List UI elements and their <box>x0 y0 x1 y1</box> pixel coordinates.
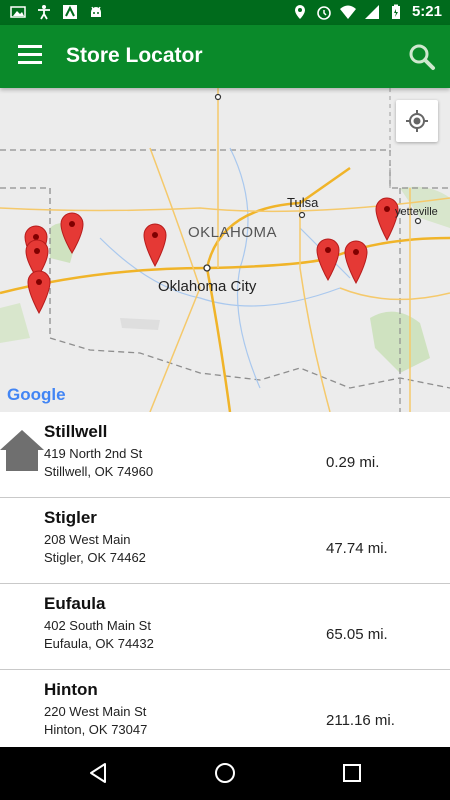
store-address-line1: 208 West Main <box>44 532 131 547</box>
map-marker[interactable] <box>143 223 167 268</box>
page-title: Store Locator <box>66 44 203 67</box>
my-location-button[interactable] <box>396 100 438 142</box>
city-label-okc: Oklahoma City <box>158 278 257 295</box>
app-bar: Store Locator <box>0 25 450 88</box>
map-marker[interactable] <box>375 197 399 242</box>
battery-icon <box>391 4 400 19</box>
store-name: Stigler <box>44 508 97 527</box>
search-icon[interactable] <box>408 43 436 71</box>
store-distance: 47.74 mi. <box>326 540 388 557</box>
store-distance: 65.05 mi. <box>326 626 388 643</box>
map-marker[interactable] <box>316 238 340 281</box>
store-item-stigler[interactable]: Stigler 208 West Main Stigler, OK 74462 … <box>0 498 450 584</box>
store-item-stillwell[interactable]: Stillwell 419 North 2nd St Stillwell, OK… <box>0 412 450 498</box>
back-icon[interactable] <box>86 761 110 785</box>
tulsa-dot <box>298 211 306 219</box>
home-circle-icon[interactable] <box>213 761 237 785</box>
ditto-icon <box>63 5 77 19</box>
hamburger-menu-icon[interactable] <box>18 45 42 65</box>
store-name: Hinton <box>44 680 98 699</box>
store-address-line2: Stigler, OK 74462 <box>44 550 146 565</box>
home-icon <box>0 430 44 471</box>
okc-dot <box>203 264 211 272</box>
city-label-fayetteville: yetteville <box>395 206 438 218</box>
clock-time: 5:21 <box>411 3 442 20</box>
google-logo: Google <box>7 385 66 404</box>
recents-icon[interactable] <box>340 761 364 785</box>
map-canvas: OKLAHOMA Oklahoma City Tulsa yetteville … <box>0 88 450 412</box>
store-address-line1: 419 North 2nd St <box>44 446 143 461</box>
store-name: Stillwell <box>44 422 108 441</box>
store-address-line2: Eufaula, OK 74432 <box>44 636 154 651</box>
store-item-eufaula[interactable]: Eufaula 402 South Main St Eufaula, OK 74… <box>0 584 450 670</box>
accessibility-icon <box>38 5 50 20</box>
store-name: Eufaula <box>44 594 106 613</box>
store-address-line2: Hinton, OK 73047 <box>44 722 148 737</box>
store-distance: 211.16 mi. <box>326 712 395 729</box>
my-location-icon <box>406 110 428 132</box>
wifi-icon <box>339 5 356 19</box>
android-icon <box>91 6 101 17</box>
store-address-line1: 220 West Main St <box>44 704 147 719</box>
status-bar: 5:21 <box>0 0 450 25</box>
store-list[interactable]: Stillwell 419 North 2nd St Stillwell, OK… <box>0 412 450 747</box>
location-icon <box>294 4 305 19</box>
store-item-hinton[interactable]: Hinton 220 West Main St Hinton, OK 73047… <box>0 670 450 747</box>
map-marker[interactable] <box>27 270 51 315</box>
state-label: OKLAHOMA <box>188 224 277 241</box>
store-address-line1: 402 South Main St <box>44 618 151 633</box>
store-address-line2: Stillwell, OK 74960 <box>44 464 154 479</box>
system-nav-bar <box>0 747 450 800</box>
map-view[interactable]: OKLAHOMA Oklahoma City Tulsa yetteville … <box>0 88 450 412</box>
signal-icon <box>364 4 379 19</box>
alarm-icon <box>317 5 331 20</box>
store-distance: 0.29 mi. <box>326 454 380 471</box>
image-icon <box>10 6 26 18</box>
city-label-tulsa: Tulsa <box>287 195 319 210</box>
